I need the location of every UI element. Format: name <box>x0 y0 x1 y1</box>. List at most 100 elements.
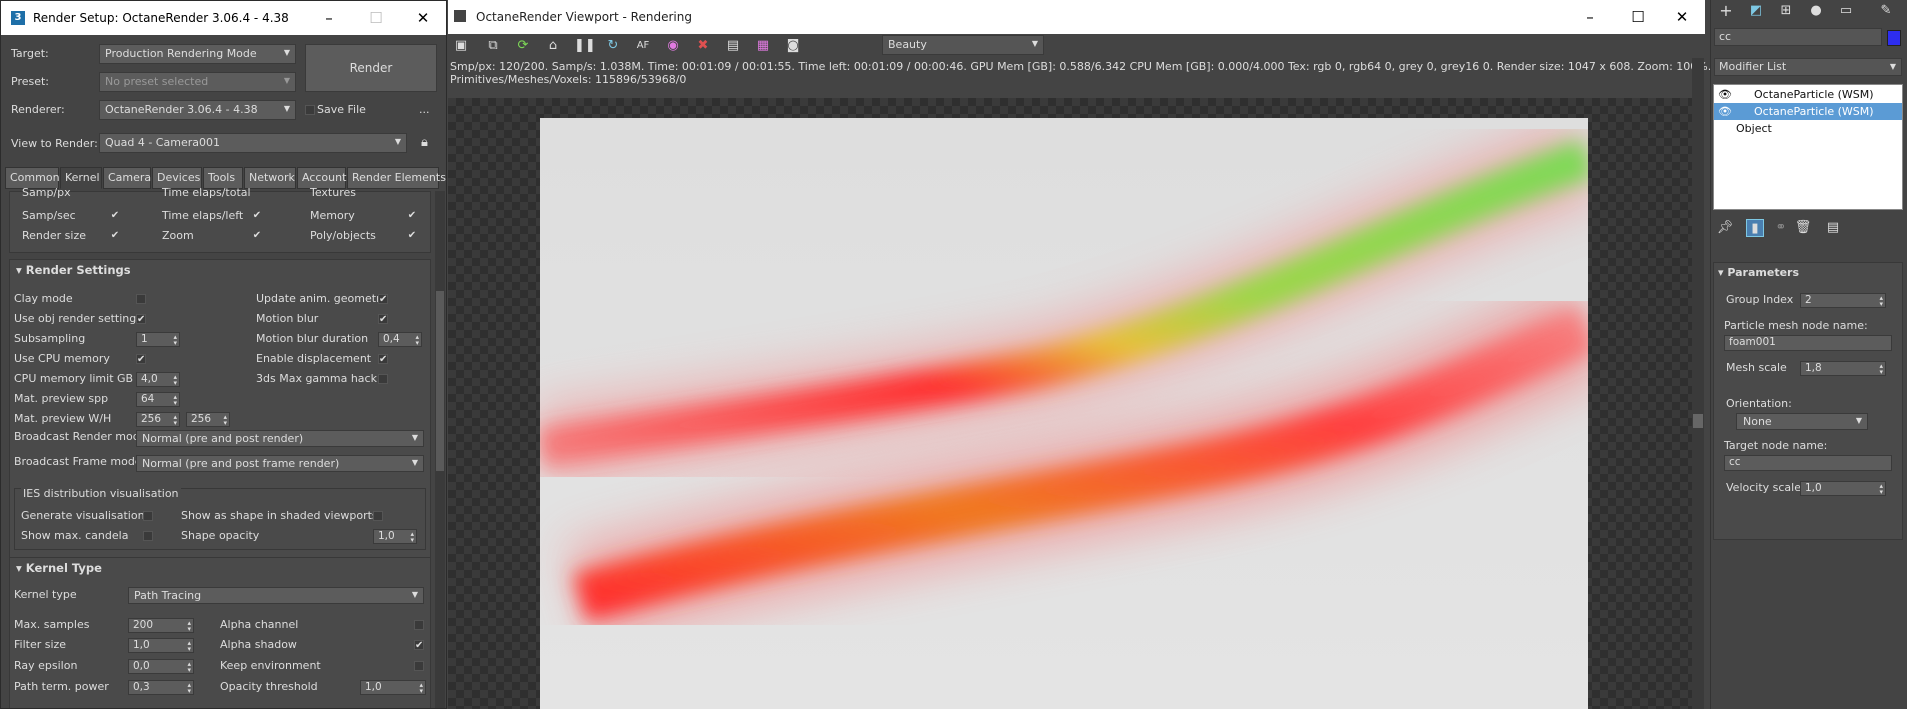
tab-camera[interactable]: Camera <box>103 167 151 189</box>
subsampling-spinner[interactable]: 1 ▴ ▾ <box>136 332 180 347</box>
eye-icon[interactable]: 👁︎ <box>1718 103 1732 120</box>
hierarchy-icon[interactable]: ⊞ <box>1777 2 1795 20</box>
stat-checkbox[interactable]: ✔ <box>252 231 262 241</box>
target-node-field[interactable]: cc <box>1724 455 1892 471</box>
modify-icon[interactable]: ◩ <box>1747 2 1765 20</box>
mat-preview-height-spinner[interactable]: 256 ▴ ▾ <box>186 412 230 427</box>
minimize-icon[interactable]: – <box>1578 6 1602 28</box>
use-obj-render-settings-checkbox[interactable]: ✔ <box>136 314 146 325</box>
motion-blur-checkbox[interactable]: ✔ <box>378 314 388 325</box>
pause-icon[interactable]: ❚❚ <box>574 37 596 55</box>
mat-preview-spp-spinner[interactable]: 64 ▴ ▾ <box>136 392 180 407</box>
viewport-titlebar[interactable]: OctaneRender Viewport - Rendering – ☐ ✕ <box>448 0 1705 34</box>
maximize-icon[interactable]: ☐ <box>1626 6 1650 28</box>
cpu-memory-limit-spinner[interactable]: 4,0 ▴ ▾ <box>136 372 180 387</box>
configure-sets-icon[interactable]: ▤ <box>1824 219 1842 237</box>
copy-icon[interactable]: ⧉ <box>484 37 502 55</box>
alpha-channel-checkbox[interactable] <box>414 620 424 630</box>
lock-icon[interactable]: ⌂ <box>544 37 562 55</box>
target-dropdown[interactable]: Production Rendering Mode ▼ <box>99 44 296 64</box>
save-image-icon[interactable]: ▣ <box>452 37 470 55</box>
ies-opacity-spinner[interactable]: 1,0 ▴ ▾ <box>373 529 417 544</box>
stat-checkbox[interactable]: ✔ <box>407 211 417 221</box>
close-icon[interactable]: ✕ <box>1670 6 1694 28</box>
opacity-threshold-spinner[interactable]: 1,0 ▴ ▾ <box>360 680 426 695</box>
tab-render-elements[interactable]: Render Elements <box>347 167 446 189</box>
stat-checkbox[interactable]: ✔ <box>110 231 120 241</box>
restart-render-icon[interactable]: ⟳ <box>514 37 532 55</box>
display-icon[interactable]: ▭ <box>1837 2 1855 20</box>
object-name-field[interactable]: cc <box>1714 28 1882 46</box>
stack-item-selected[interactable]: 👁︎ OctaneParticle (WSM) <box>1714 103 1902 120</box>
material-picker-icon[interactable]: ✖ <box>694 37 712 55</box>
broadcast-frame-dropdown[interactable]: Normal (pre and post frame render) ▼ <box>136 455 424 472</box>
ray-epsilon-spinner[interactable]: 0,0 ▴ ▾ <box>128 659 194 674</box>
color-picker-icon[interactable]: ◉ <box>664 37 682 55</box>
gamma-hack-checkbox[interactable] <box>378 374 388 384</box>
viewport-scrollbar-thumb[interactable] <box>1693 414 1703 428</box>
use-cpu-memory-checkbox[interactable]: ✔ <box>136 354 146 365</box>
stat-checkbox[interactable]: ✔ <box>252 211 262 221</box>
kernel-type-header[interactable]: ▾ Kernel Type <box>10 558 430 578</box>
update-anim-geometry-checkbox[interactable]: ✔ <box>378 294 388 305</box>
orientation-dropdown[interactable]: None ▼ <box>1736 413 1868 430</box>
save-file-checkbox[interactable] <box>305 105 315 115</box>
renderer-dropdown[interactable]: OctaneRender 3.06.4 - 4.38 ▼ <box>99 100 296 120</box>
path-term-power-spinner[interactable]: 0,3 ▴ ▾ <box>128 680 194 695</box>
clay-mode-checkbox[interactable] <box>136 294 146 304</box>
group-index-spinner[interactable]: 2 ▴ ▾ <box>1800 293 1886 308</box>
parameters-header[interactable]: ▾ Parameters <box>1714 266 1799 279</box>
view-to-render-dropdown[interactable]: Quad 4 - Camera001 ▼ <box>99 133 407 153</box>
make-unique-icon[interactable]: ⚭ <box>1772 219 1790 237</box>
region-render-icon[interactable]: ▤ <box>724 37 742 55</box>
pin-stack-icon[interactable]: 📌︎ <box>1716 219 1734 237</box>
motion-blur-duration-spinner[interactable]: 0,4 ▴ ▾ <box>378 332 422 347</box>
ies-max-candela-label: Show max. candela <box>21 529 129 542</box>
ies-max-candela-checkbox[interactable] <box>143 531 153 541</box>
stack-item[interactable]: Object <box>1714 120 1902 137</box>
ies-shape-checkbox[interactable] <box>373 511 383 521</box>
preset-dropdown[interactable]: No preset selected ▼ <box>99 72 296 92</box>
enable-displacement-checkbox[interactable]: ✔ <box>378 354 388 365</box>
render-settings-header[interactable]: ▾ Render Settings <box>10 260 430 280</box>
tab-network[interactable]: Network <box>244 167 296 189</box>
utilities-icon[interactable]: ✎ <box>1877 2 1895 20</box>
panel-scrollbar[interactable] <box>435 191 445 708</box>
max-samples-spinner[interactable]: 200 ▴ ▾ <box>128 618 194 633</box>
film-region-icon[interactable]: ▦ <box>754 37 772 55</box>
stack-item[interactable]: 👁︎ OctaneParticle (WSM) <box>1714 86 1902 103</box>
viewport-scrollbar[interactable] <box>1692 58 1704 709</box>
lock-icon[interactable]: 🔒︎ <box>421 135 428 150</box>
velocity-scale-spinner[interactable]: 1,0 ▴ ▾ <box>1800 481 1886 496</box>
auto-focus-icon[interactable]: AF <box>634 37 652 55</box>
filter-size-spinner[interactable]: 1,0 ▴ ▾ <box>128 638 194 653</box>
mesh-scale-spinner[interactable]: 1,8 ▴ ▾ <box>1800 361 1886 376</box>
minimize-icon[interactable]: – <box>317 7 341 29</box>
object-color-swatch[interactable] <box>1887 30 1901 46</box>
show-end-result-icon[interactable]: ▮ <box>1746 219 1764 237</box>
kernel-type-dropdown[interactable]: Path Tracing ▼ <box>128 587 424 604</box>
particle-mesh-field[interactable]: foam001 <box>1724 335 1892 351</box>
scrollbar-thumb[interactable] <box>436 291 444 471</box>
alpha-shadow-checkbox[interactable]: ✔ <box>414 640 424 651</box>
stat-checkbox[interactable]: ✔ <box>407 231 417 241</box>
ies-opacity-label: Shape opacity <box>181 529 260 542</box>
delete-modifier-icon[interactable]: 🗑︎ <box>1794 219 1812 237</box>
refresh-icon[interactable]: ↻ <box>604 37 622 55</box>
keep-environment-checkbox[interactable] <box>414 661 424 671</box>
camera-icon[interactable]: ◙ <box>784 37 802 55</box>
create-icon[interactable]: + <box>1717 2 1735 20</box>
motion-icon[interactable]: ● <box>1807 2 1825 20</box>
more-options-button[interactable]: ... <box>419 103 430 116</box>
render-pass-dropdown[interactable]: Beauty ▼ <box>882 35 1044 55</box>
maximize-icon[interactable]: ☐ <box>364 7 388 29</box>
stat-checkbox[interactable]: ✔ <box>110 211 120 221</box>
broadcast-render-dropdown[interactable]: Normal (pre and post render) ▼ <box>136 430 424 447</box>
render-setup-titlebar[interactable]: 3 Render Setup: OctaneRender 3.06.4 - 4.… <box>1 1 446 35</box>
close-icon[interactable]: ✕ <box>411 7 435 29</box>
render-button[interactable]: Render <box>305 44 437 92</box>
modifier-list-dropdown[interactable]: Modifier List ▼ <box>1714 58 1902 76</box>
ies-generate-checkbox[interactable] <box>143 511 153 521</box>
mat-preview-width-spinner[interactable]: 256 ▴ ▾ <box>136 412 180 427</box>
eye-icon[interactable]: 👁︎ <box>1718 86 1732 103</box>
